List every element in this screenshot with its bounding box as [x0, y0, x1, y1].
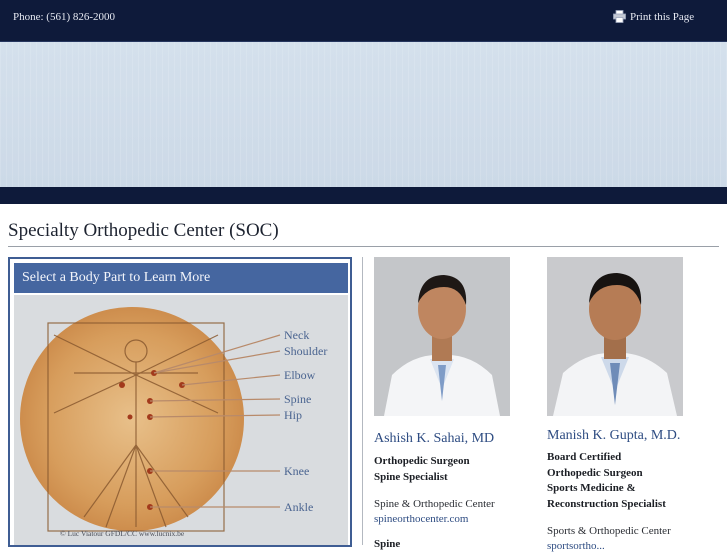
printer-icon — [613, 10, 626, 23]
body-part-elbow[interactable]: Elbow — [284, 368, 316, 382]
body-part-shoulder[interactable]: Shoulder — [284, 344, 327, 358]
title-divider — [8, 246, 719, 247]
doctor-title-line: Sports Medicine & — [547, 482, 636, 494]
page-title: Specialty Orthopedic Center (SOC) — [8, 220, 279, 241]
banner-band — [0, 187, 727, 204]
doctor-center-name: Sports & Orthopedic Center — [547, 525, 671, 537]
column-divider — [362, 257, 363, 545]
doctor-title-line: Board Certified — [547, 451, 622, 463]
banner-image — [0, 42, 727, 187]
print-page-label: Print this Page — [630, 10, 695, 23]
body-part-ankle[interactable]: Ankle — [284, 500, 313, 514]
body-part-panel: Select a Body Part to Learn More Neck Sh… — [8, 257, 352, 547]
doctor-website-link[interactable]: spineorthocenter.com — [374, 513, 468, 525]
doctor-title-line: Reconstruction Specialist — [547, 498, 666, 510]
doctor-photo-sahai[interactable] — [374, 257, 510, 416]
doctor-title-line: Orthopedic Surgeon — [374, 455, 470, 467]
body-part-hip[interactable]: Hip — [284, 408, 302, 422]
doctor-name-gupta[interactable]: Manish K. Gupta, M.D. — [547, 428, 680, 444]
doctor-photo-gupta[interactable] — [547, 257, 683, 416]
body-part-spine[interactable]: Spine — [284, 392, 311, 406]
doctor-extra-line: Spine — [374, 538, 401, 550]
image-credit: © Luc Viatour GFDL/CC www.lucnix.be — [60, 529, 185, 538]
doctor-title-line: Spine Specialist — [374, 471, 448, 483]
phone-number: Phone: (561) 826-2000 — [13, 11, 116, 23]
body-part-knee[interactable]: Knee — [284, 464, 309, 478]
doctor-name-sahai[interactable]: Ashish K. Sahai, MD — [374, 431, 494, 447]
print-page-button[interactable]: Print this Page — [613, 10, 694, 23]
body-part-panel-header: Select a Body Part to Learn More — [14, 263, 348, 293]
vitruvian-man-figure: Neck Shoulder Elbow Spine Hip Knee Ankle… — [14, 295, 348, 545]
doctor-title-line: Orthopedic Surgeon — [547, 467, 643, 479]
top-bar: Phone: (561) 826-2000 Print this Page — [0, 0, 727, 42]
doctor-center-name: Spine & Orthopedic Center — [374, 498, 495, 510]
doctor-website-link[interactable]: sportsortho... — [547, 540, 605, 552]
body-part-neck[interactable]: Neck — [284, 328, 309, 342]
